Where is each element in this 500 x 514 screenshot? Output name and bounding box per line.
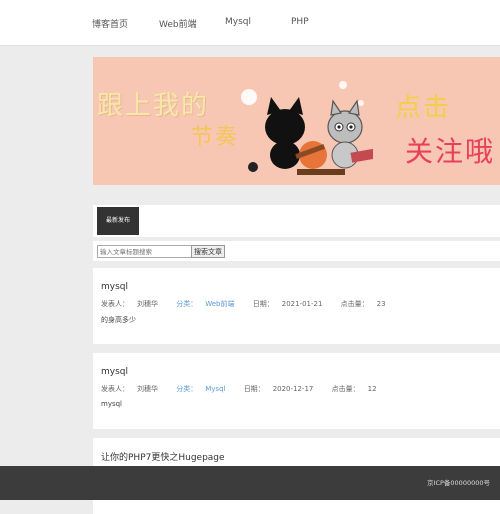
post-category[interactable]: 分类： Web前端 xyxy=(176,300,242,308)
date-label: 日期： xyxy=(243,385,265,393)
banner-text-line2: 节奏 xyxy=(191,125,240,150)
search-input[interactable] xyxy=(97,245,193,258)
category-label: 分类： xyxy=(176,385,198,393)
banner-image: 跟上我的 节奏 点击 关注哦 xyxy=(93,57,500,185)
cartoon-cats-illustration xyxy=(241,81,373,175)
post-views: 点击量： 23 xyxy=(341,300,394,308)
post-meta: 发表人： 刘穗华 分类： Mysql 日期： 2020-12-17 点击量： 12 xyxy=(101,384,393,394)
date-value: 2021-01-21 xyxy=(281,300,323,308)
post-title[interactable]: mysql xyxy=(101,367,128,377)
views-count: 12 xyxy=(367,385,377,393)
date-value: 2020-12-17 xyxy=(272,385,314,393)
top-navbar: 博客首页 Web前端 Mysql PHP xyxy=(0,0,500,46)
views-label: 点击量： xyxy=(340,300,369,308)
views-label: 点击量： xyxy=(331,385,360,393)
author-label: 发表人： xyxy=(101,385,129,393)
post-title[interactable]: mysql xyxy=(101,282,128,292)
category-name[interactable]: Web前端 xyxy=(205,300,234,308)
post-author: 发表人： 刘穗华 xyxy=(101,300,166,308)
icp-license-text[interactable]: 京ICP备00000000号 xyxy=(427,477,490,487)
search-bar: 搜索文章 xyxy=(93,241,500,261)
banner-text-line1: 跟上我的 xyxy=(97,91,210,121)
category-name[interactable]: Mysql xyxy=(205,385,225,393)
post-card: mysql 发表人： 刘穗华 分类： Web前端 日期： 2021-01-21 点击量… xyxy=(93,268,500,344)
banner-text-line4: 关注哦 xyxy=(405,135,496,168)
nav-item-web-frontend[interactable]: Web前端 xyxy=(159,17,197,30)
author-name: 刘穗华 xyxy=(137,300,158,308)
post-author: 发表人： 刘穗华 xyxy=(101,385,166,393)
post-card: mysql 发表人： 刘穗华 分类： Mysql 日期： 2020-12-17 点击量… xyxy=(93,353,500,429)
post-title[interactable]: 让你的PHP7更快之Hugepage xyxy=(101,450,225,463)
post-date: 日期： 2021-01-21 xyxy=(253,300,331,308)
post-excerpt: mysql xyxy=(101,400,122,408)
nav-item-mysql[interactable]: Mysql xyxy=(225,17,251,27)
author-label: 发表人： xyxy=(101,300,129,308)
search-button[interactable]: 搜索文章 xyxy=(191,245,225,258)
date-label: 日期： xyxy=(252,300,274,308)
category-label: 分类： xyxy=(176,300,198,308)
author-name: 刘穗华 xyxy=(137,385,158,393)
post-views: 点击量： 12 xyxy=(332,385,385,393)
post-date: 日期： 2020-12-17 xyxy=(244,385,322,393)
footer: 京ICP备00000000号 xyxy=(0,466,500,500)
banner-text-line3: 点击 xyxy=(395,93,452,123)
tab-bar: 最新发布 xyxy=(93,205,500,237)
post-category[interactable]: 分类： Mysql xyxy=(176,385,233,393)
tab-latest[interactable]: 最新发布 xyxy=(97,207,139,235)
nav-item-home[interactable]: 博客首页 xyxy=(92,17,128,30)
post-meta: 发表人： 刘穗华 分类： Web前端 日期： 2021-01-21 点击量： 23 xyxy=(101,299,402,309)
nav-item-php[interactable]: PHP xyxy=(291,17,309,27)
views-count: 23 xyxy=(376,300,386,308)
post-excerpt: 的身高多少 xyxy=(101,316,136,324)
